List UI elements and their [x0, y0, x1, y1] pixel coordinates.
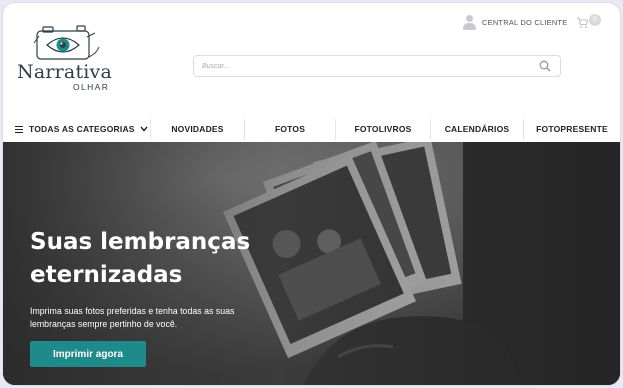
hero-banner: Suas lembranças eternizadas Imprima suas… [3, 142, 620, 385]
nav-item-novidades[interactable]: NOVIDADES [151, 116, 244, 142]
customer-area-label: CENTRAL DO CLIENTE [482, 17, 568, 27]
chevron-down-icon [140, 126, 148, 132]
all-categories-label: TODAS AS CATEGORIAS [29, 124, 135, 134]
nav-item-calendarios[interactable]: CALENDÁRIOS [431, 116, 523, 142]
search-bar [193, 55, 561, 77]
user-icon [462, 14, 477, 30]
main-nav: TODAS AS CATEGORIAS NOVIDADES FOTOS FOTO… [3, 116, 620, 142]
cart-icon [577, 17, 589, 28]
nav-item-fotolivros[interactable]: FOTOLIVROS [336, 116, 430, 142]
cart-count-badge: 0 [589, 14, 601, 26]
brand-subtitle: OLHAR [73, 82, 110, 92]
customer-area-link[interactable]: CENTRAL DO CLIENTE [462, 13, 567, 31]
hero-title-line-2: eternizadas [30, 262, 183, 288]
brand-name: Narrativa [17, 61, 113, 83]
cart-button[interactable]: 0 [576, 14, 602, 30]
hero-description: Imprima suas fotos preferidas e tenha to… [30, 306, 235, 329]
hero-title: Suas lembranças eternizadas [30, 226, 320, 292]
brand-logo[interactable]: Narrativa OLHAR [17, 23, 117, 95]
all-categories-menu[interactable]: TODAS AS CATEGORIAS [15, 116, 148, 142]
nav-item-fotos[interactable]: FOTOS [245, 116, 335, 142]
camera-eye-icon [33, 25, 100, 60]
search-input[interactable] [202, 59, 522, 73]
print-now-button[interactable]: Imprimir agora [30, 341, 146, 367]
page-frame: Narrativa OLHAR CENTRAL DO CLIENTE 0 Bus… [3, 3, 620, 385]
hero-title-line-1: Suas lembranças [30, 229, 251, 255]
nav-item-fotopresente[interactable]: FOTOPRESENTE [524, 116, 620, 142]
search-icon[interactable] [539, 60, 551, 72]
hamburger-icon [15, 125, 23, 133]
